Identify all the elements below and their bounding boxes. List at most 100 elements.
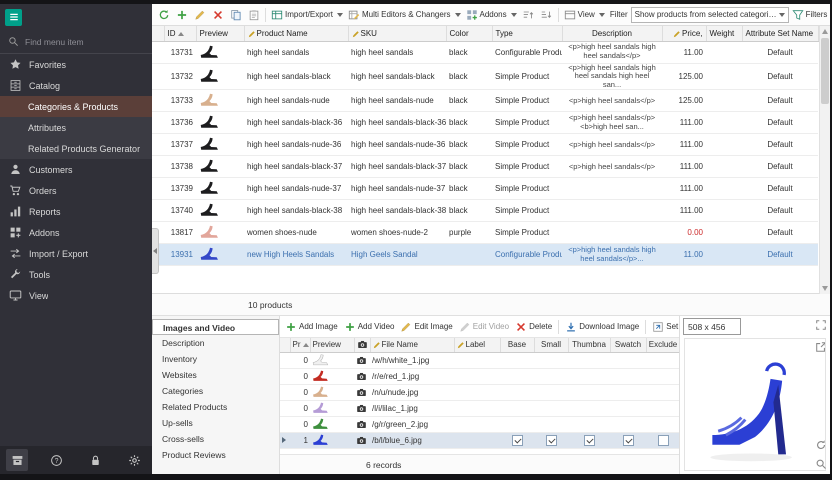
addons-menu-button[interactable]: Addons: [464, 8, 519, 22]
cell-description[interactable]: [562, 200, 662, 222]
cell-select[interactable]: [152, 156, 164, 178]
cell-thumbnail[interactable]: [568, 384, 610, 400]
image-row-lilac-1-jpg[interactable]: 0/l/i/lilac_1.jpg: [280, 400, 680, 416]
cell-small[interactable]: [534, 368, 568, 384]
cell-weight[interactable]: [706, 41, 742, 63]
cell-product-name[interactable]: new High Heels Sandals: [244, 244, 348, 266]
edit-product-button[interactable]: [191, 7, 208, 23]
cell-product-name[interactable]: women shoes-nude: [244, 222, 348, 244]
thumbnail-checkbox[interactable]: [584, 435, 595, 446]
cell-attribute-set[interactable]: Default: [742, 90, 818, 112]
cell-select[interactable]: [280, 368, 290, 384]
image-row-nude-jpg[interactable]: 0/n/u/nude.jpg: [280, 384, 680, 400]
col-header-swatch[interactable]: Swatch: [610, 338, 646, 352]
cell-select[interactable]: [152, 112, 164, 134]
view-menu-button[interactable]: View: [562, 8, 607, 22]
col-header-pr[interactable]: Pr: [290, 338, 310, 352]
col-header-attribute-set-name[interactable]: Attribute Set Name: [742, 26, 818, 41]
cell-camera[interactable]: [354, 416, 370, 432]
cell-label[interactable]: [454, 416, 500, 432]
cell-price[interactable]: 111.00: [662, 134, 706, 156]
add-video-button[interactable]: Add Video: [342, 320, 397, 334]
cell-price[interactable]: 125.00: [662, 63, 706, 90]
cell-exclude[interactable]: [646, 432, 680, 448]
filters-menu-button[interactable]: Filters: [790, 8, 830, 22]
zoom-button[interactable]: [814, 457, 828, 471]
sidebar-item-related-products-generator[interactable]: Related Products Generator: [0, 138, 152, 159]
cell-preview[interactable]: [310, 368, 354, 384]
col-header-exclude[interactable]: Exclude: [646, 338, 680, 352]
col-header-file-name[interactable]: File Name: [370, 338, 454, 352]
cell-select[interactable]: [152, 90, 164, 112]
cell-small[interactable]: [534, 352, 568, 368]
cell-price[interactable]: 111.00: [662, 200, 706, 222]
base-checkbox[interactable]: [512, 435, 523, 446]
sidebar-item-tools[interactable]: Tools: [0, 264, 152, 285]
col-header-product-name[interactable]: Product Name: [244, 26, 348, 41]
cell-id[interactable]: 13731: [164, 41, 196, 63]
cell-color[interactable]: black: [446, 156, 492, 178]
cell-type[interactable]: Simple Product: [492, 156, 562, 178]
cell-select[interactable]: [280, 400, 290, 416]
sidebar-item-reports[interactable]: Reports: [0, 201, 152, 222]
col-header-color[interactable]: Color: [446, 26, 492, 41]
product-row-13739[interactable]: 13739high heel sandals-nude-37high heel …: [152, 178, 818, 200]
small-checkbox[interactable]: [546, 435, 557, 446]
product-row-13737[interactable]: 13737high heel sandals-nude-36high heel …: [152, 134, 818, 156]
cell-id[interactable]: 13817: [164, 222, 196, 244]
cell-type[interactable]: Simple Product: [492, 178, 562, 200]
tab-categories[interactable]: Categories: [152, 383, 279, 399]
cell-pr[interactable]: 0: [290, 368, 310, 384]
cell-attribute-set[interactable]: Default: [742, 200, 818, 222]
sidebar-item-categories-products[interactable]: Categories & Products: [0, 96, 152, 117]
cell-weight[interactable]: [706, 112, 742, 134]
cell-small[interactable]: [534, 432, 568, 448]
cell-exclude[interactable]: [646, 400, 680, 416]
cell-camera[interactable]: [354, 384, 370, 400]
vertical-scrollbar[interactable]: [819, 26, 830, 294]
exclude-checkbox[interactable]: [658, 435, 669, 446]
scrollbar-thumb[interactable]: [821, 38, 829, 104]
cell-id[interactable]: 13739: [164, 178, 196, 200]
col-header-label[interactable]: Label: [454, 338, 500, 352]
product-row-13931[interactable]: 13931new High Heels SandalsHigh Geels Sa…: [152, 244, 818, 266]
cell-weight[interactable]: [706, 63, 742, 90]
col-header-small[interactable]: Small: [534, 338, 568, 352]
cell-file-name[interactable]: /b/l/blue_6.jpg: [370, 432, 454, 448]
import-export-menu-button[interactable]: Import/Export: [269, 8, 345, 22]
delete-image-button[interactable]: Delete: [513, 320, 554, 334]
cell-type[interactable]: Simple Product: [492, 63, 562, 90]
cell-select[interactable]: [280, 432, 290, 448]
cell-select[interactable]: [152, 41, 164, 63]
settings-button[interactable]: [124, 449, 146, 471]
image-row-blue-6-jpg[interactable]: 1/b/l/blue_6.jpg: [280, 432, 680, 448]
cell-camera[interactable]: [354, 368, 370, 384]
product-row-13733[interactable]: 13733high heel sandals-nudehigh heel san…: [152, 90, 818, 112]
cell-sku[interactable]: high heel sandals-black-36: [348, 112, 446, 134]
cell-color[interactable]: black: [446, 41, 492, 63]
set-resize-rule-button[interactable]: Set Resize Rule: [650, 320, 679, 334]
cell-price[interactable]: 125.00: [662, 90, 706, 112]
tab-description[interactable]: Description: [152, 335, 279, 351]
cell-select[interactable]: [280, 384, 290, 400]
cell-weight[interactable]: [706, 90, 742, 112]
cell-preview[interactable]: [196, 134, 244, 156]
add-product-button[interactable]: [173, 7, 190, 23]
tab-websites[interactable]: Websites: [152, 367, 279, 383]
cell-id[interactable]: 13732: [164, 63, 196, 90]
cell-attribute-set[interactable]: Default: [742, 112, 818, 134]
cell-preview[interactable]: [196, 112, 244, 134]
cell-label[interactable]: [454, 432, 500, 448]
cell-file-name[interactable]: /r/e/red_1.jpg: [370, 368, 454, 384]
sidebar-item-customers[interactable]: Customers: [0, 159, 152, 180]
cell-type[interactable]: Simple Product: [492, 90, 562, 112]
cell-sku[interactable]: high heel sandals-nude-36: [348, 134, 446, 156]
cell-preview[interactable]: [196, 156, 244, 178]
sidebar-collapse-handle[interactable]: [152, 228, 159, 274]
cell-id[interactable]: 13733: [164, 90, 196, 112]
cell-preview[interactable]: [310, 384, 354, 400]
product-row-13736[interactable]: 13736high heel sandals-black-36high heel…: [152, 112, 818, 134]
tab-product-reviews[interactable]: Product Reviews: [152, 447, 279, 463]
cell-small[interactable]: [534, 384, 568, 400]
cell-price[interactable]: 11.00: [662, 41, 706, 63]
